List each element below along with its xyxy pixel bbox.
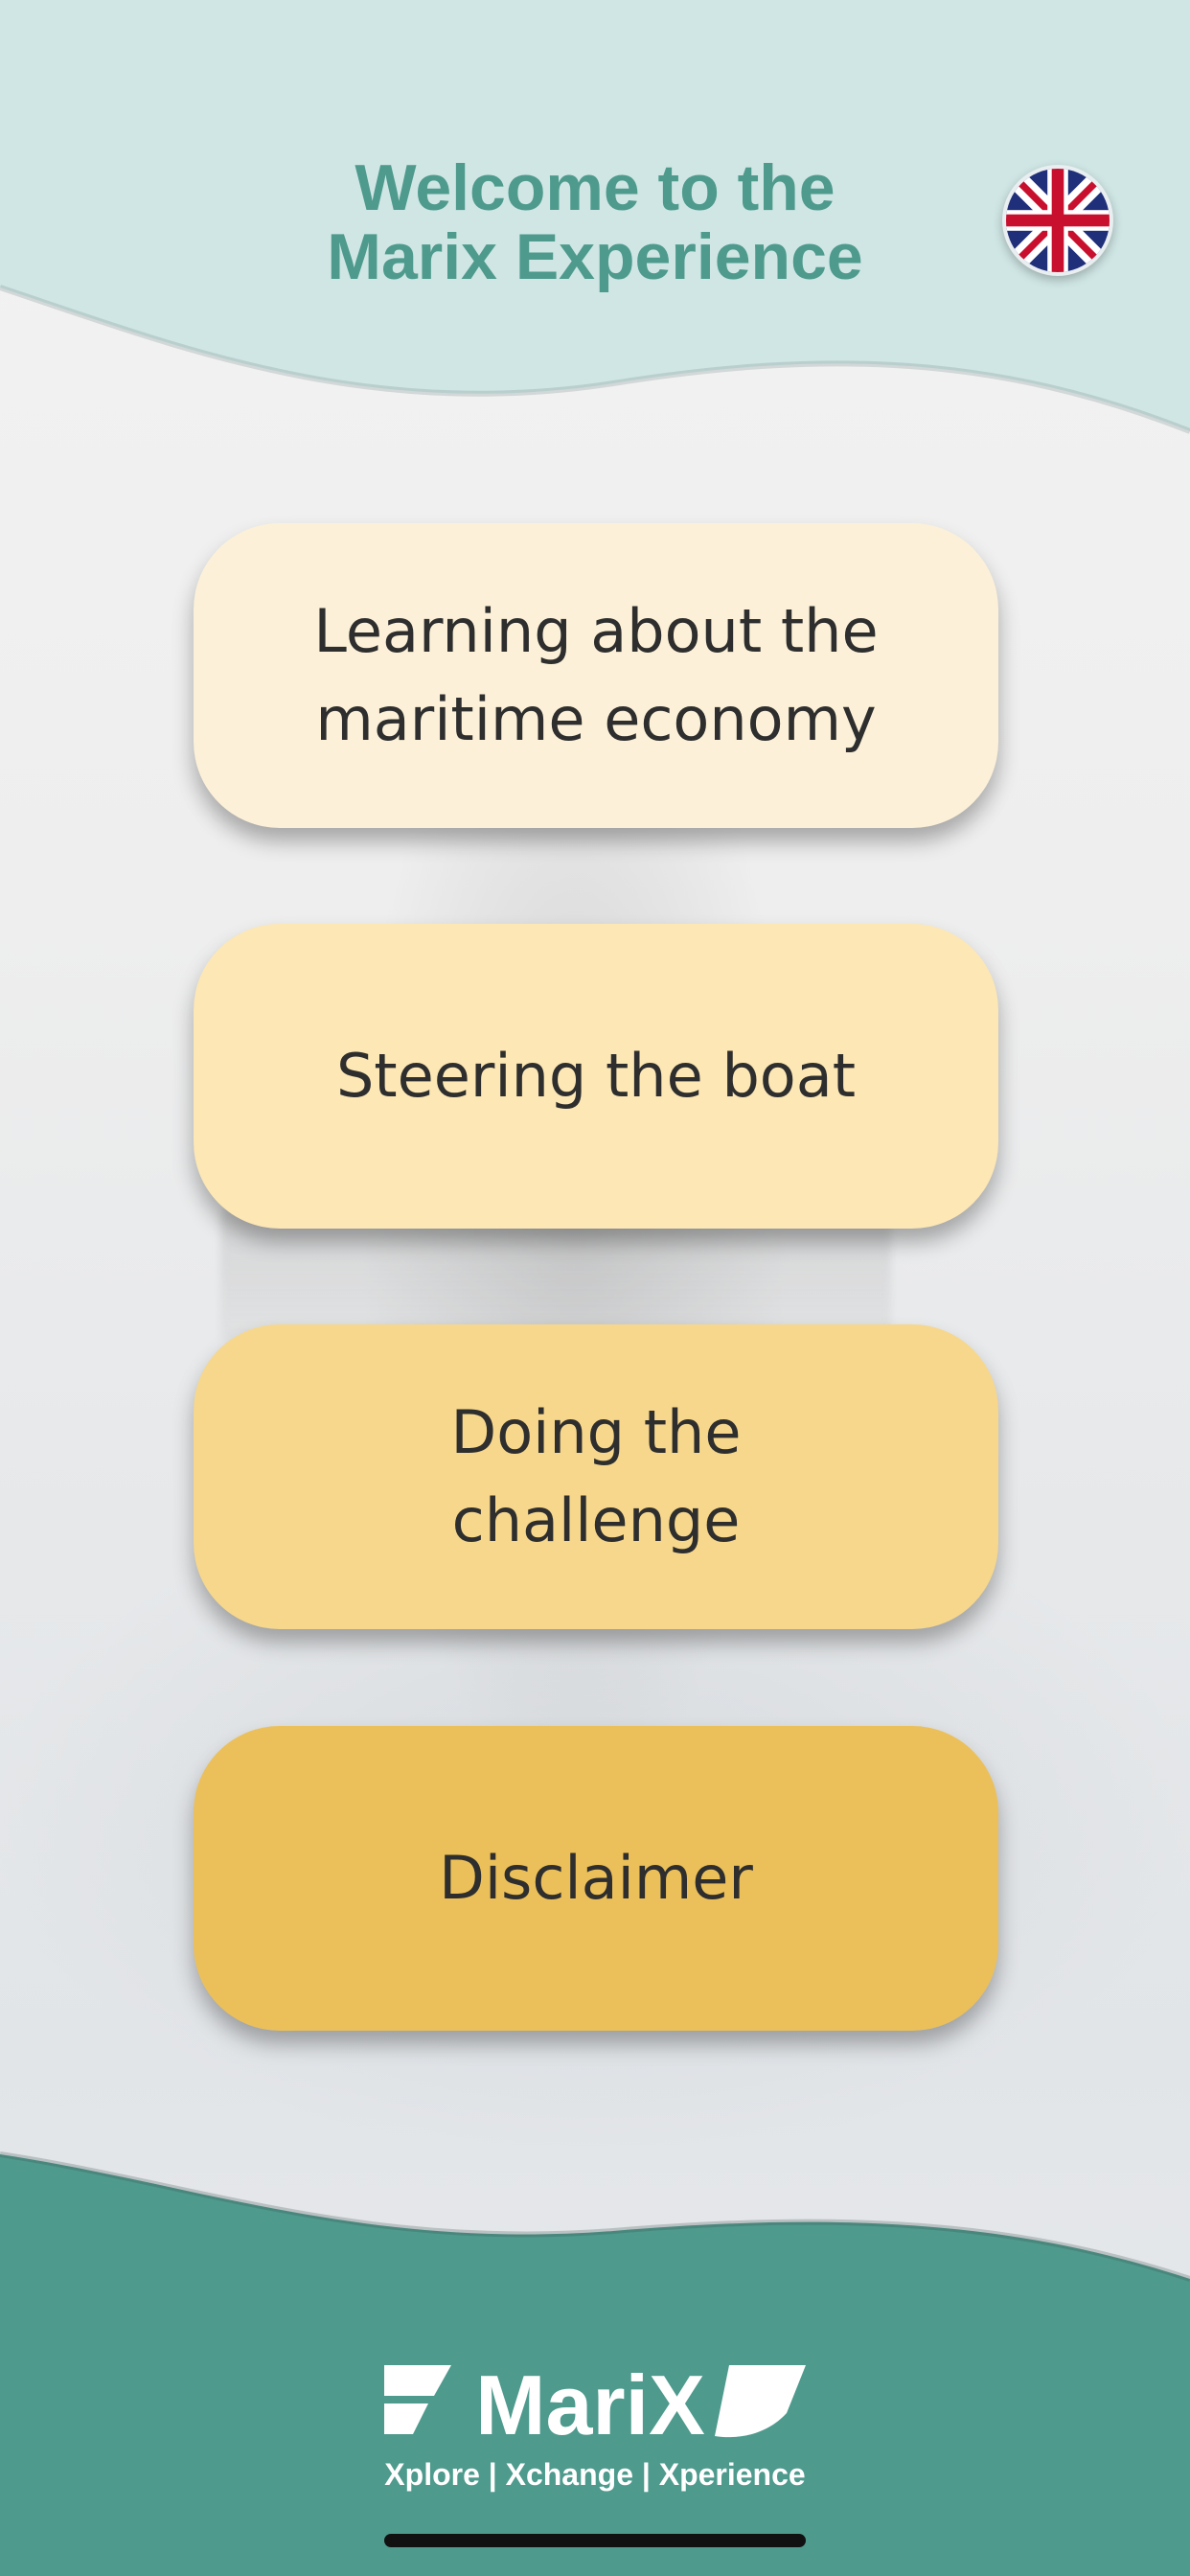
button-label: Disclaimer xyxy=(439,1843,753,1913)
button-label: Steering the boat xyxy=(335,1041,857,1111)
doing-challenge-button[interactable]: Doing the challenge xyxy=(194,1324,998,1629)
button-label: Learning about the maritime economy xyxy=(313,596,879,754)
footer-wave xyxy=(0,2151,1190,2576)
language-button[interactable] xyxy=(1002,165,1113,276)
steering-boat-button[interactable]: Steering the boat xyxy=(194,924,998,1229)
logo-tagline: Xplore | Xchange | Xperience xyxy=(384,2457,806,2492)
learning-maritime-economy-button[interactable]: Learning about the maritime economy xyxy=(194,523,998,828)
logo-text: MariX xyxy=(475,2358,705,2451)
button-label: Doing the challenge xyxy=(450,1397,742,1555)
marix-logo-mark: MariX xyxy=(384,2358,806,2451)
disclaimer-button[interactable]: Disclaimer xyxy=(194,1726,998,2031)
marix-logo: MariX xyxy=(0,2356,1190,2456)
home-indicator[interactable] xyxy=(384,2534,806,2547)
uk-flag-icon xyxy=(1006,169,1110,272)
